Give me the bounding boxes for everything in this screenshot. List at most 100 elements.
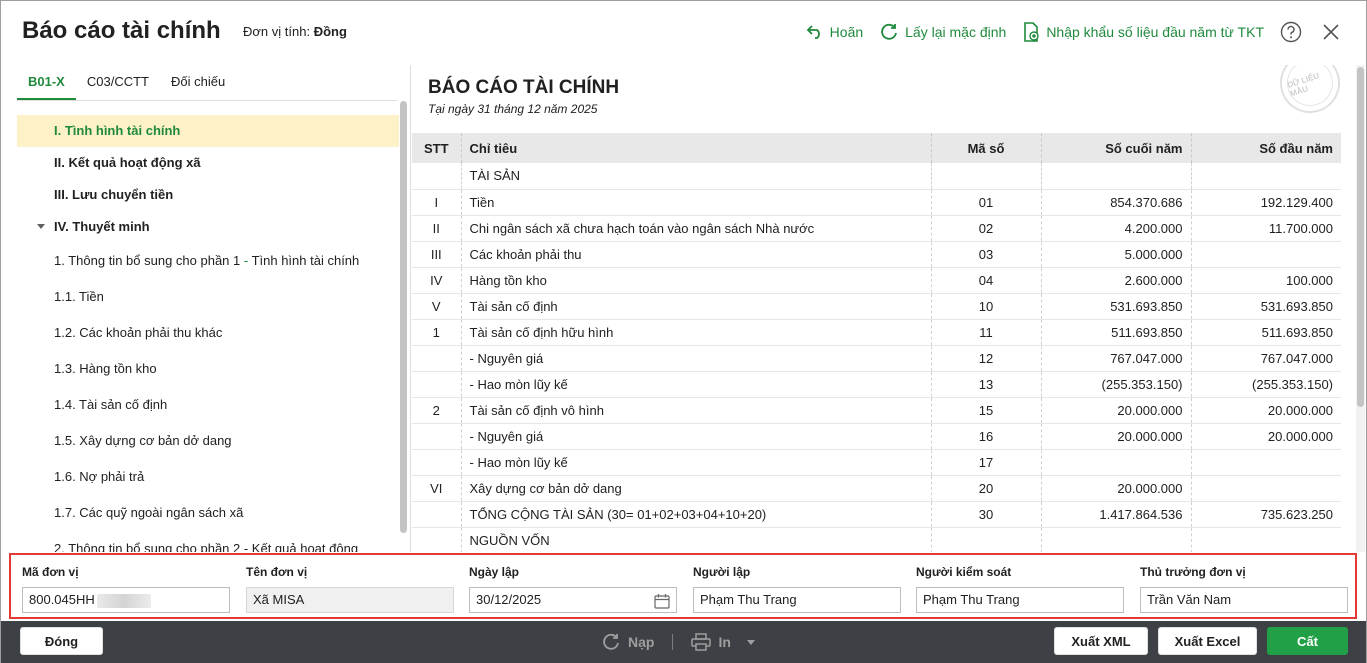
tab-b01-x[interactable]: B01-X [17,65,76,100]
table-row[interactable]: - Nguyên giá 16 20.000.000 20.000.000 [412,423,1341,450]
tree-item-tai-san-co-dinh[interactable]: 1.4. Tài sản cố định [17,387,399,423]
table-row[interactable]: - Hao mòn lũy kế 17 [412,449,1341,476]
table-row[interactable]: V Tài sản cố định 10 531.693.850 531.693.850 [412,293,1341,320]
unit-name-field: Tên đơn vị Xã MISA [246,565,454,613]
table-row[interactable]: II Chi ngân sách xã chưa hạch toán vào ng… [412,215,1341,242]
head-of-unit-input[interactable]: Trần Văn Nam [1140,587,1348,613]
unit-code-input[interactable]: 800.045HH [22,587,230,613]
cell-so-dau-nam[interactable] [1191,163,1341,190]
cell-so-cuoi-nam[interactable] [1041,449,1192,476]
reset-default-button[interactable]: Lấy lại mặc định [879,22,1006,42]
cell-so-cuoi-nam[interactable]: 767.047.000 [1041,345,1192,372]
cell-chi-tieu: Chi ngân sách xã chưa hạch toán vào ngân… [461,215,932,242]
controller-input[interactable]: Phạm Thu Trang [916,587,1124,613]
table-row[interactable]: - Hao mòn lũy kế 13 (255.353.150) (255.353.… [412,371,1341,398]
table-row[interactable]: 1 Tài sản cố định hữu hình 11 511.693.850 51… [412,319,1341,346]
cell-stt: 1 [412,319,462,346]
tab-c03-cctt[interactable]: C03/CCTT [76,65,160,100]
right-scrollbar[interactable] [1356,65,1365,552]
close-button[interactable]: Đóng [20,627,103,655]
print-button[interactable]: In [691,633,755,651]
table-row[interactable]: VI Xây dựng cơ bản dở dang 20 20.000.000 [412,475,1341,502]
tree-item-luu-chuyen-tien[interactable]: III. Lưu chuyển tiền [17,179,399,211]
cell-so-dau-nam[interactable] [1191,475,1341,502]
cell-so-cuoi-nam[interactable]: 854.370.686 [1041,189,1192,216]
unit-name-label: Tên đơn vị [246,565,308,579]
cell-so-dau-nam[interactable]: 192.129.400 [1191,189,1341,216]
cell-chi-tieu: Hàng tồn kho [461,267,932,294]
close-dialog-button[interactable] [1318,19,1344,45]
left-scrollbar-thumb[interactable] [400,101,407,533]
cell-so-cuoi-nam[interactable]: 531.693.850 [1041,293,1192,320]
cell-chi-tieu: Tài sản cố định hữu hình [461,319,932,346]
report-date-input[interactable]: 30/12/2025 [469,587,677,613]
tree-item-xdcb-do-dang[interactable]: 1.5. Xây dựng cơ bản dở dang [17,423,399,459]
tree-item-no-phai-tra[interactable]: 1.6. Nợ phải trả [17,459,399,495]
cell-so-cuoi-nam[interactable]: 511.693.850 [1041,319,1192,346]
import-opening-balance-button[interactable]: Nhập khẩu số liệu đầu năm từ TKT [1022,22,1264,42]
undo-label: Hoãn [829,24,864,40]
cell-so-dau-nam[interactable]: 11.700.000 [1191,215,1341,242]
tree-item-bo-sung-phan-1[interactable]: 1. Thông tin bổ sung cho phần 1 - Tình h… [17,243,399,279]
undo-button[interactable]: Hoãn [806,24,863,40]
cell-so-dau-nam[interactable] [1191,449,1341,476]
cell-so-cuoi-nam[interactable]: 5.000.000 [1041,241,1192,268]
tree-item-bo-sung-phan-2[interactable]: 2. Thông tin bổ sung cho phần 2 - Kết qu… [17,531,399,552]
tree-item-tinh-hinh-tai-chinh[interactable]: I. Tình hình tài chính [17,115,399,147]
col-chi-tieu: Chỉ tiêu [461,133,932,163]
preparer-label: Người lập [693,565,751,579]
tree-item-thuyet-minh[interactable]: IV. Thuyết minh [17,211,399,243]
cell-so-cuoi-nam[interactable] [1041,527,1192,552]
table-row[interactable]: TÀI SẢN [412,163,1341,190]
cell-chi-tieu: Tài sản cố định [461,293,932,320]
tree-item-quy-ngoai-ngan-sach[interactable]: 1.7. Các quỹ ngoài ngân sách xã [17,495,399,531]
table-row[interactable]: TỔNG CỘNG TÀI SẢN (30= 01+02+03+04+10+20… [412,501,1341,528]
calendar-icon[interactable] [654,593,670,609]
cell-so-dau-nam[interactable]: (255.353.150) [1191,371,1341,398]
tree-item-tien[interactable]: 1.1. Tiền [17,279,399,315]
cell-so-cuoi-nam[interactable]: 2.600.000 [1041,267,1192,294]
table-row[interactable]: IV Hàng tồn kho 04 2.600.000 100.000 [412,267,1341,294]
cell-so-dau-nam[interactable]: 20.000.000 [1191,397,1341,424]
cell-so-cuoi-nam[interactable]: 4.200.000 [1041,215,1192,242]
tree-item-hang-ton-kho[interactable]: 1.3. Hàng tồn kho [17,351,399,387]
cell-so-cuoi-nam[interactable]: (255.353.150) [1041,371,1192,398]
cell-so-cuoi-nam[interactable]: 20.000.000 [1041,475,1192,502]
help-button[interactable] [1278,19,1304,45]
right-scrollbar-thumb[interactable] [1357,67,1364,407]
cell-so-dau-nam[interactable]: 531.693.850 [1191,293,1341,320]
cell-so-dau-nam[interactable]: 735.623.250 [1191,501,1341,528]
table-row[interactable]: III Các khoản phải thu 03 5.000.000 [412,241,1341,268]
cell-so-dau-nam[interactable]: 20.000.000 [1191,423,1341,450]
redacted-mask [96,593,151,608]
currency-unit: Đơn vị tính: Đồng [243,24,347,39]
cell-so-dau-nam[interactable]: 767.047.000 [1191,345,1341,372]
cell-so-cuoi-nam[interactable]: 20.000.000 [1041,423,1192,450]
sample-data-stamp: DỮ LIỆU MẪU [1272,65,1348,121]
table-row[interactable]: NGUỒN VỐN [412,527,1341,552]
save-button[interactable]: Cất [1267,627,1348,655]
preparer-input[interactable]: Phạm Thu Trang [693,587,901,613]
col-stt: STT [412,133,462,163]
cell-so-cuoi-nam[interactable]: 20.000.000 [1041,397,1192,424]
cell-so-cuoi-nam[interactable]: 1.417.864.536 [1041,501,1192,528]
reload-button[interactable]: Nạp [601,632,654,652]
cell-so-dau-nam[interactable] [1191,527,1341,552]
table-row[interactable]: 2 Tài sản cố định vô hình 15 20.000.000 20.0… [412,397,1341,424]
cell-so-cuoi-nam[interactable] [1041,163,1192,190]
col-ma-so: Mã số [931,133,1042,163]
caret-down-icon[interactable] [37,224,45,229]
table-row[interactable]: I Tiền 01 854.370.686 192.129.400 [412,189,1341,216]
table-row[interactable]: - Nguyên giá 12 767.047.000 767.047.000 [412,345,1341,372]
preparer-field: Người lập Phạm Thu Trang [693,565,901,613]
tree-item-phai-thu-khac[interactable]: 1.2. Các khoản phải thu khác [17,315,399,351]
left-scrollbar[interactable] [400,101,407,533]
export-excel-button[interactable]: Xuất Excel [1158,627,1257,655]
cell-so-dau-nam[interactable] [1191,241,1341,268]
tab-doi-chieu[interactable]: Đối chiếu [160,65,236,100]
print-dropdown-icon[interactable] [746,639,755,645]
cell-so-dau-nam[interactable]: 100.000 [1191,267,1341,294]
export-xml-button[interactable]: Xuất XML [1054,627,1148,655]
tree-item-ket-qua-hoat-dong[interactable]: II. Kết quả hoạt động xã [17,147,399,179]
cell-so-dau-nam[interactable]: 511.693.850 [1191,319,1341,346]
